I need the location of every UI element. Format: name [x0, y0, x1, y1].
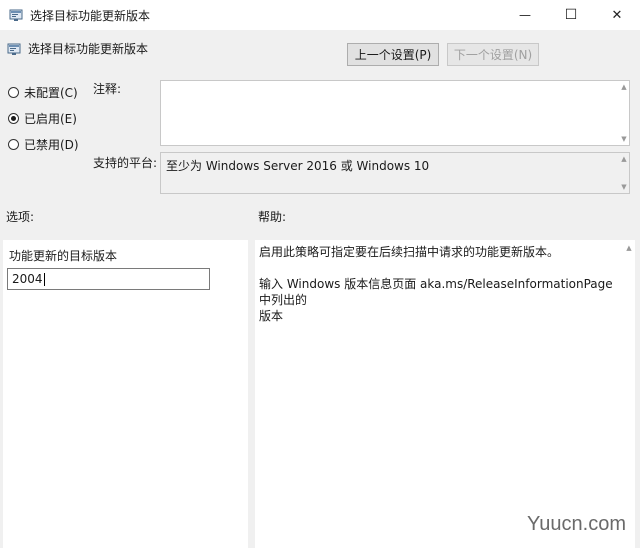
radio-label: 已启用(E)	[24, 112, 77, 126]
previous-setting-button[interactable]: 上一个设置(P)	[347, 43, 439, 66]
supported-platforms-label: 支持的平台:	[93, 156, 158, 170]
minimize-button[interactable]: —	[502, 0, 548, 30]
watermark: Yuucn.com	[527, 513, 626, 535]
radio-not-configured[interactable]: 未配置(C)	[8, 84, 78, 101]
comment-textarea[interactable]: ▲ ▼	[160, 80, 630, 146]
policy-icon	[9, 8, 23, 22]
radio-enabled[interactable]: 已启用(E)	[8, 110, 77, 127]
window-title: 选择目标功能更新版本	[30, 9, 151, 23]
scroll-down-icon[interactable]: ▼	[620, 183, 628, 191]
supported-platforms-value: 至少为 Windows Server 2016 或 Windows 10	[166, 159, 430, 173]
supported-scrollbar[interactable]: ▲ ▼	[619, 153, 629, 193]
help-paragraph: 版本	[259, 309, 284, 323]
scroll-up-icon[interactable]: ▲	[620, 155, 628, 163]
help-paragraph: 启用此策略可指定要在后续扫描中请求的功能更新版本。	[259, 245, 560, 259]
comment-label: 注释:	[93, 82, 122, 96]
scroll-up-icon[interactable]: ▲	[625, 244, 633, 252]
setting-title: 选择目标功能更新版本	[28, 42, 149, 56]
radio-disabled[interactable]: 已禁用(D)	[8, 136, 79, 153]
next-setting-button[interactable]: 下一个设置(N)	[447, 43, 539, 66]
options-panel: 功能更新的目标版本 2004	[3, 240, 248, 548]
help-label: 帮助:	[258, 210, 287, 224]
scroll-up-icon[interactable]: ▲	[620, 83, 628, 91]
target-version-value: 2004	[12, 272, 43, 286]
maximize-button[interactable]: ☐	[548, 0, 594, 30]
target-version-label: 功能更新的目标版本	[9, 249, 118, 263]
maximize-icon: ☐	[564, 7, 578, 23]
comment-scrollbar[interactable]: ▲ ▼	[619, 81, 629, 145]
minimize-icon: —	[519, 8, 531, 22]
target-version-input[interactable]: 2004	[7, 268, 210, 290]
radio-label: 未配置(C)	[24, 86, 78, 100]
help-paragraph: 输入 Windows 版本信息页面 aka.ms/ReleaseInformat…	[259, 277, 613, 307]
help-text: 启用此策略可指定要在后续扫描中请求的功能更新版本。 输入 Windows 版本信…	[259, 244, 619, 324]
text-caret	[43, 272, 45, 286]
supported-platforms-box: 至少为 Windows Server 2016 或 Windows 10 ▲ ▼	[160, 152, 630, 194]
policy-icon	[7, 42, 21, 56]
radio-label: 已禁用(D)	[24, 138, 79, 152]
radio-circle[interactable]	[8, 87, 19, 98]
close-button[interactable]: ✕	[594, 0, 640, 30]
scroll-down-icon[interactable]: ▼	[620, 135, 628, 143]
title-bar: 选择目标功能更新版本 — ☐ ✕	[0, 0, 640, 30]
help-panel: 启用此策略可指定要在后续扫描中请求的功能更新版本。 输入 Windows 版本信…	[255, 240, 635, 548]
help-scrollbar[interactable]: ▲	[623, 240, 635, 548]
radio-circle[interactable]	[8, 113, 19, 124]
close-icon: ✕	[611, 7, 623, 23]
options-label: 选项:	[6, 210, 35, 224]
radio-circle[interactable]	[8, 139, 19, 150]
